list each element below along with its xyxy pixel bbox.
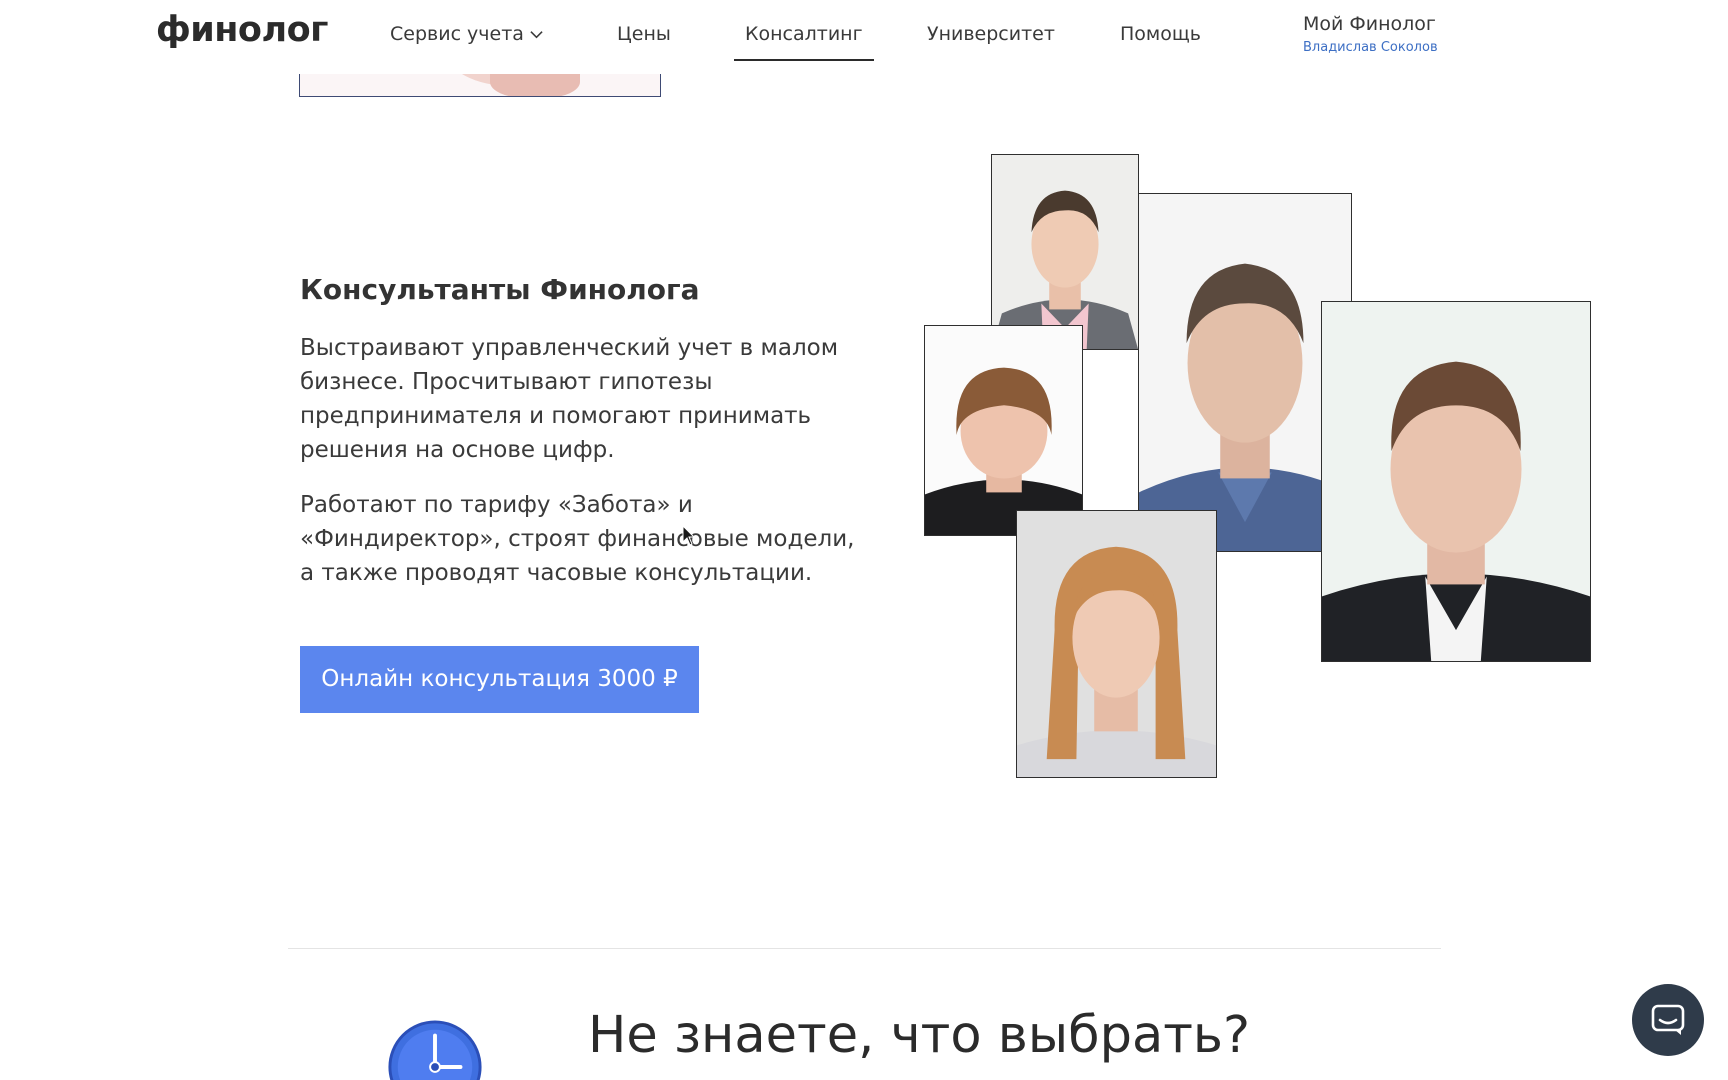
consultants-services: Работают по тарифу «Забота» и «Финдирект… <box>300 492 855 586</box>
nav-item-prices[interactable]: Цены <box>617 23 671 45</box>
my-finolog-link[interactable]: Мой Финолог <box>1303 13 1436 35</box>
finolog-logo[interactable]: финолог <box>156 10 328 50</box>
clock-icon <box>388 1020 482 1080</box>
section-divider <box>288 948 1441 949</box>
consultant-photo <box>1321 301 1591 662</box>
nav-item-accounting-service[interactable]: Сервис учета <box>390 23 543 45</box>
consultants-description: Выстраивают управленческий учет в малом … <box>300 335 839 463</box>
consultant-photo <box>991 154 1139 350</box>
account-user-name[interactable]: Владислав Соколов <box>1303 40 1438 55</box>
chevron-down-icon <box>530 31 543 39</box>
nav-item-help[interactable]: Помощь <box>1120 23 1201 45</box>
online-consultation-button[interactable]: Онлайн консультация 3000 ₽ <box>300 646 699 713</box>
consultant-photo <box>1016 510 1217 778</box>
top-header: финолог Сервис учета Цены Консалтинг Уни… <box>0 0 1728 74</box>
nav-item-university[interactable]: Университет <box>927 23 1055 45</box>
choose-heading: Не знаете, что выбрать? <box>588 1006 1251 1065</box>
consultant-photo <box>924 325 1083 536</box>
nav-item-label: Сервис учета <box>390 23 524 45</box>
mouse-cursor <box>682 525 696 546</box>
consultant-photo <box>1138 193 1352 552</box>
page: финолог Сервис учета Цены Консалтинг Уни… <box>0 0 1728 1080</box>
chat-button[interactable] <box>1632 984 1704 1056</box>
nav-item-consulting[interactable]: Консалтинг <box>734 23 874 61</box>
chat-icon <box>1651 1004 1685 1035</box>
section-title: Консультанты Финолога <box>300 273 700 306</box>
